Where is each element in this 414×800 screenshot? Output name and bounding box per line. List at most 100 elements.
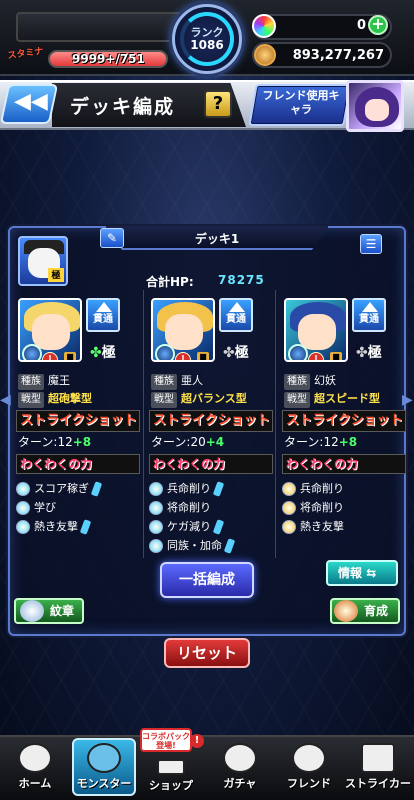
nav-home[interactable]: ホーム (2, 737, 68, 799)
clover-icon: ✤ (356, 345, 368, 361)
turn-bonus: +8 (72, 435, 92, 449)
collab-pack-badge: コラボパック登場! (140, 728, 192, 752)
monster-portrait[interactable]: ↓ ■ (284, 298, 348, 362)
race-tag: 種族 (151, 374, 177, 390)
waku-power-bar[interactable]: わくわくの力 (16, 454, 140, 474)
ability-item: 将命削り (282, 499, 344, 517)
race-row: 種族 亜人 (151, 372, 271, 390)
stamina-value: 9999+/751 (72, 52, 145, 66)
lock-icon: ■ (64, 352, 76, 360)
friend-icon (292, 743, 326, 773)
up-arrow-icon (362, 302, 378, 312)
turn-bonus: +4 (205, 435, 225, 449)
boost-bottle-icon (79, 519, 92, 535)
ability-item: 兵命削り (282, 480, 344, 498)
element-orb-icon (22, 344, 42, 360)
alert-icon: ! (190, 734, 204, 748)
ability-icon (149, 482, 163, 496)
ability-item-label: 学び (34, 501, 56, 514)
ability-icon (149, 539, 163, 553)
info-button[interactable]: 情報 ⇆ (326, 560, 398, 586)
home-icon (18, 743, 52, 773)
type-row: 戦型 超バランス型 (151, 390, 271, 408)
strike-shot-bar[interactable]: ストライクショット (149, 410, 273, 432)
waku-power-bar[interactable]: わくわくの力 (282, 454, 406, 474)
edit-deck-name-button[interactable]: ✎ (100, 228, 124, 248)
stamina-current: 9999+ (72, 52, 116, 66)
deck-list-button[interactable]: ☰ (360, 234, 382, 254)
type-value: 超スピード型 (314, 392, 380, 405)
ability-icon (282, 501, 296, 515)
ability-item: 将命削り (149, 499, 211, 517)
monster-face (32, 314, 70, 350)
total-hp-label: 合計HP: (146, 275, 194, 289)
type-value: 超砲撃型 (48, 392, 92, 405)
boost-bottle-icon (223, 538, 236, 554)
strike-shot-bar[interactable]: ストライクショット (16, 410, 140, 432)
turn-row: ターン:12+8 (18, 434, 91, 450)
add-orbs-button[interactable]: + (368, 15, 388, 35)
turn-label: ターン:12 (18, 435, 73, 449)
turn-row: ターン:20+4 (151, 434, 224, 450)
turn-label: ターン:12 (284, 435, 339, 449)
ability-item-label: 将命削り (300, 501, 344, 514)
ability-item: スコア稼ぎ (16, 480, 103, 498)
orb-icon (252, 14, 276, 38)
ability-item: 熱き友撃 (282, 518, 344, 536)
strike-shot-bar[interactable]: ストライクショット (282, 410, 406, 432)
monster-column-1[interactable]: ↓ ■ 貫通 ✤極 種族 魔王 戦型 超砲撃型 ストライクショット ターン:12+8… (14, 292, 142, 558)
race-value: 幻妖 (314, 374, 336, 387)
nav-gacha[interactable]: ガチャ (207, 737, 273, 799)
prev-deck-arrow-icon[interactable]: ◀ (0, 392, 11, 408)
turn-row: ターン:12+8 (284, 434, 357, 450)
friend-character-portrait[interactable] (346, 80, 404, 132)
turn-label: ターン:20 (151, 435, 206, 449)
type-tag: 戦型 (18, 392, 44, 408)
nav-label: ホーム (18, 777, 52, 790)
up-arrow-icon (96, 302, 112, 312)
clover-icon: ✤ (223, 345, 235, 361)
friend-monster-slot[interactable]: 極 (18, 236, 68, 286)
back-arrow-icon: ◀◀ (14, 89, 48, 114)
waku-power-bar[interactable]: わくわくの力 (149, 454, 273, 474)
gok-luck-label: ✤極 (90, 342, 116, 362)
monster-column-3[interactable]: ↓ ■ 貫通 ✤極 種族 幻妖 戦型 超スピード型 ストライクショット ターン:12… (280, 292, 408, 558)
ability-item-label: 熱き友撃 (300, 520, 344, 533)
ability-item: 同族・加命 (149, 537, 236, 555)
deck-name: デッキ1 (194, 232, 240, 246)
friend-character-label: フレンド使用キャラ (262, 89, 340, 116)
gok-text: 極 (101, 345, 116, 361)
monster-portrait[interactable]: ↓ ■ (18, 298, 82, 362)
element-orb-icon (288, 344, 308, 360)
ability-item: 学び (16, 499, 56, 517)
type-value: 超バランス型 (181, 392, 247, 405)
ability-item: 熱き友撃 (16, 518, 92, 536)
ability-badge-label: 貫通 (359, 314, 379, 325)
friend-monster-badge: 極 (48, 268, 64, 282)
monster-face (165, 314, 203, 350)
emblem-label: 紋章 (50, 604, 75, 618)
monster-column-2[interactable]: ↓ ■ 貫通 ✤極 種族 亜人 戦型 超バランス型 ストライクショット ターン:20… (147, 292, 275, 558)
cart-icon (157, 759, 185, 775)
bulk-organize-button[interactable]: 一括編成 (160, 562, 254, 598)
ability-icon (149, 501, 163, 515)
help-button[interactable]: ? (204, 90, 232, 118)
nav-monster[interactable]: モンスター (71, 737, 137, 799)
ability-badge-label: 貫通 (93, 314, 113, 325)
total-hp-value: 78275 (218, 273, 265, 287)
nav-striker[interactable]: ストライカー (345, 737, 411, 799)
reset-button[interactable]: リセット (164, 638, 250, 668)
ability-item-label: 同族・加命 (167, 539, 222, 552)
lock-icon: ■ (330, 352, 342, 360)
player-panel (16, 12, 184, 42)
nav-label: モンスター (76, 777, 132, 790)
up-arrow-icon (229, 302, 245, 312)
pencil-icon: ✎ (106, 231, 118, 245)
ability-icon (282, 482, 296, 496)
nav-friend[interactable]: フレンド (276, 737, 342, 799)
type-row: 戦型 超スピード型 (284, 390, 404, 408)
list-icon: ☰ (365, 237, 377, 251)
monster-face (298, 314, 336, 350)
turn-bonus: +8 (338, 435, 358, 449)
monster-portrait[interactable]: ↓ ■ (151, 298, 215, 362)
